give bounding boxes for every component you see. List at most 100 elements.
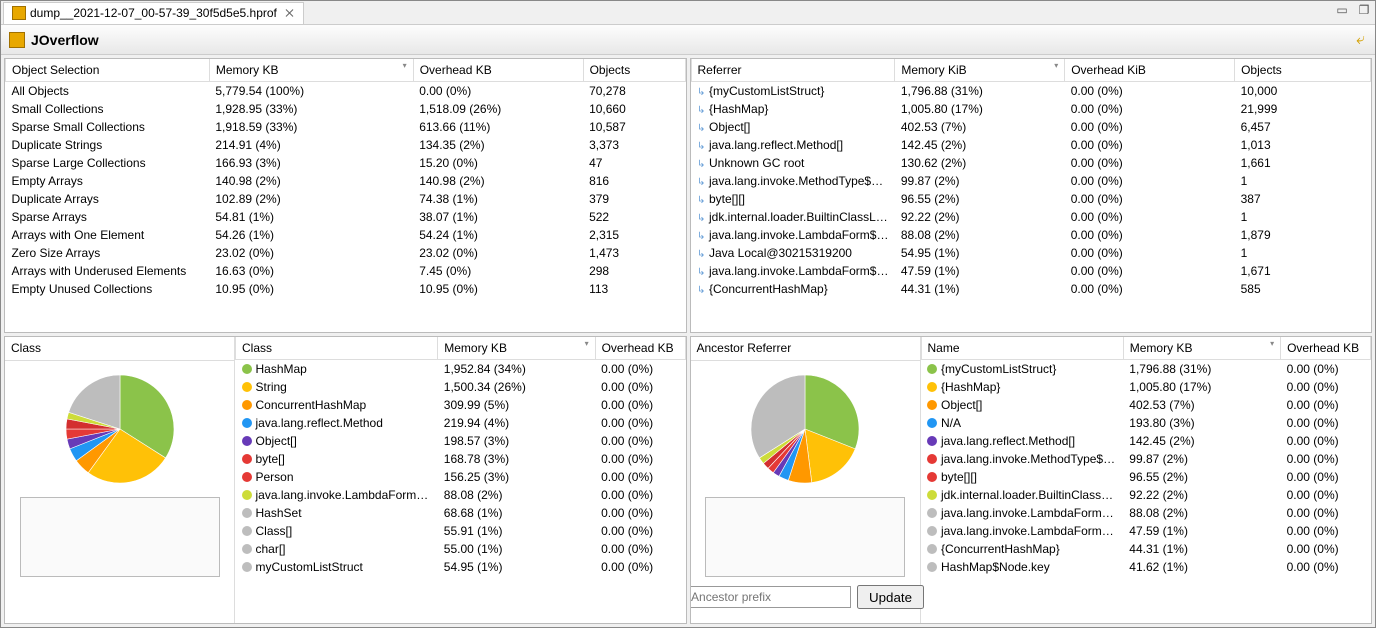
table-row[interactable]: HashMap$Node.key41.62 (1%)0.00 (0%) <box>921 558 1371 576</box>
col-class[interactable]: Class <box>236 337 438 359</box>
col-objects[interactable]: Objects <box>583 59 685 81</box>
table-row[interactable]: ↳{HashMap}1,005.80 (17%)0.00 (0%)21,999 <box>691 100 1371 118</box>
table-row[interactable]: java.lang.invoke.MethodType$ConcurrentWe… <box>921 450 1371 468</box>
arrow-icon: ↳ <box>697 231 707 241</box>
table-row[interactable]: ↳{myCustomListStruct}1,796.88 (31%)0.00 … <box>691 81 1371 100</box>
table-row[interactable]: ↳byte[][]96.55 (2%)0.00 (0%)387 <box>691 190 1371 208</box>
ancestor-pie-title: Ancestor Referrer <box>691 337 920 361</box>
referrer-scroll[interactable]: Referrer Memory KiB▾ Overhead KiB Object… <box>691 59 1372 314</box>
ancestor-panel: Ancestor Referrer Update Name <box>690 336 1373 624</box>
table-row[interactable]: Arrays with One Element54.26 (1%)54.24 (… <box>6 226 686 244</box>
arrow-icon: ↳ <box>697 105 707 115</box>
arrow-icon: ↳ <box>697 177 707 187</box>
table-row[interactable]: Empty Unused Collections10.95 (0%)10.95 … <box>6 280 686 298</box>
table-row[interactable]: ↳java.lang.invoke.LambdaForm$Name[]88.08… <box>691 226 1371 244</box>
col-memory-kib[interactable]: Memory KiB▾ <box>895 59 1065 81</box>
ancestor-pie-chart[interactable] <box>745 369 865 489</box>
minimize-icon[interactable]: ▭ <box>1335 3 1349 17</box>
window-controls: ▭ ❐ <box>1335 3 1371 17</box>
arrow-icon: ↳ <box>697 249 707 259</box>
table-row[interactable]: Object[]198.57 (3%)0.00 (0%) <box>236 432 686 450</box>
page-title: JOverflow <box>31 32 99 48</box>
table-row[interactable]: Sparse Arrays54.81 (1%)38.07 (1%)522 <box>6 208 686 226</box>
table-row[interactable]: HashSet68.68 (1%)0.00 (0%) <box>236 504 686 522</box>
col-overhead-kb[interactable]: Overhead KB <box>413 59 583 81</box>
col-referrer[interactable]: Referrer <box>691 59 895 81</box>
table-row[interactable]: ↳java.lang.invoke.MethodType$ConcurrentW… <box>691 172 1371 190</box>
table-row[interactable]: Empty Arrays140.98 (2%)140.98 (2%)816 <box>6 172 686 190</box>
table-row[interactable]: java.lang.invoke.LambdaForm$Name[]88.08 … <box>921 504 1371 522</box>
table-row[interactable]: Sparse Large Collections166.93 (3%)15.20… <box>6 154 686 172</box>
ancestor-table-scroll[interactable]: Name Memory KB▾ Overhead KB {myCustomLis… <box>921 337 1372 605</box>
update-button[interactable]: Update <box>857 585 924 609</box>
col-overhead-kb[interactable]: Overhead KB <box>1281 337 1371 359</box>
table-row[interactable]: Duplicate Strings214.91 (4%)134.35 (2%)3… <box>6 136 686 154</box>
editor-tab[interactable]: dump__2021-12-07_00-57-39_30f5d5e5.hprof <box>3 2 304 24</box>
table-row[interactable]: byte[][]96.55 (2%)0.00 (0%) <box>921 468 1371 486</box>
color-dot <box>242 508 252 518</box>
close-icon[interactable] <box>285 8 295 18</box>
table-row[interactable]: ↳Java Local@3021531920054.95 (1%)0.00 (0… <box>691 244 1371 262</box>
color-dot <box>242 562 252 572</box>
table-row[interactable]: Class[]55.91 (1%)0.00 (0%) <box>236 522 686 540</box>
table-row[interactable]: Small Collections1,928.95 (33%)1,518.09 … <box>6 100 686 118</box>
col-memory-kb[interactable]: Memory KB▾ <box>209 59 413 81</box>
h-scrollbar[interactable] <box>235 605 686 623</box>
table-row[interactable]: {HashMap}1,005.80 (17%)0.00 (0%) <box>921 378 1371 396</box>
color-dot <box>927 562 937 572</box>
table-row[interactable]: java.lang.reflect.Method[]142.45 (2%)0.0… <box>921 432 1371 450</box>
table-row[interactable]: char[]55.00 (1%)0.00 (0%) <box>236 540 686 558</box>
color-dot <box>242 436 252 446</box>
table-row[interactable]: N/A193.80 (3%)0.00 (0%) <box>921 414 1371 432</box>
table-row[interactable]: myCustomListStruct54.95 (1%)0.00 (0%) <box>236 558 686 576</box>
class-table-scroll[interactable]: Class Memory KB▾ Overhead KB HashMap1,95… <box>235 337 686 605</box>
color-dot <box>242 490 252 500</box>
col-memory-kb[interactable]: Memory KB▾ <box>1123 337 1280 359</box>
object-selection-scroll[interactable]: Object Selection Memory KB▾ Overhead KB … <box>5 59 686 314</box>
table-row[interactable]: Zero Size Arrays23.02 (0%)23.02 (0%)1,47… <box>6 244 686 262</box>
ancestor-pie-side: Ancestor Referrer Update <box>691 337 921 623</box>
color-dot <box>242 400 252 410</box>
table-row[interactable]: HashMap1,952.84 (34%)0.00 (0%) <box>236 359 686 378</box>
col-object-selection[interactable]: Object Selection <box>6 59 210 81</box>
col-overhead-kib[interactable]: Overhead KiB <box>1065 59 1235 81</box>
h-scrollbar[interactable] <box>691 314 1372 332</box>
col-memory-kb[interactable]: Memory KB▾ <box>438 337 595 359</box>
col-overhead-kb[interactable]: Overhead KB <box>595 337 685 359</box>
table-row[interactable]: Arrays with Underused Elements16.63 (0%)… <box>6 262 686 280</box>
table-row[interactable]: {ConcurrentHashMap}44.31 (1%)0.00 (0%) <box>921 540 1371 558</box>
color-dot <box>927 454 937 464</box>
table-row[interactable]: jdk.internal.loader.BuiltinClassLoader92… <box>921 486 1371 504</box>
col-name[interactable]: Name <box>921 337 1123 359</box>
table-row[interactable]: Person156.25 (3%)0.00 (0%) <box>236 468 686 486</box>
class-pie-chart[interactable] <box>60 369 180 489</box>
color-dot <box>927 418 937 428</box>
table-row[interactable]: ↳{ConcurrentHashMap}44.31 (1%)0.00 (0%)5… <box>691 280 1371 298</box>
table-row[interactable]: java.lang.invoke.LambdaForm$NamedFunctio… <box>921 522 1371 540</box>
arrow-icon: ↳ <box>697 285 707 295</box>
maximize-icon[interactable]: ❐ <box>1357 3 1371 17</box>
table-row[interactable]: byte[]168.78 (3%)0.00 (0%) <box>236 450 686 468</box>
table-row[interactable]: Object[]402.53 (7%)0.00 (0%) <box>921 396 1371 414</box>
back-arrow-icon[interactable]: ⤶ <box>1356 31 1365 49</box>
color-dot <box>927 400 937 410</box>
ancestor-prefix-input[interactable] <box>690 586 852 608</box>
table-row[interactable]: {myCustomListStruct}1,796.88 (31%)0.00 (… <box>921 359 1371 378</box>
table-row[interactable]: java.lang.invoke.LambdaForm$Name88.08 (2… <box>236 486 686 504</box>
table-row[interactable]: String1,500.34 (26%)0.00 (0%) <box>236 378 686 396</box>
col-objects[interactable]: Objects <box>1235 59 1371 81</box>
table-row[interactable]: ↳Object[]402.53 (7%)0.00 (0%)6,457 <box>691 118 1371 136</box>
table-row[interactable]: java.lang.reflect.Method219.94 (4%)0.00 … <box>236 414 686 432</box>
table-row[interactable]: ConcurrentHashMap309.99 (5%)0.00 (0%) <box>236 396 686 414</box>
table-row[interactable]: Sparse Small Collections1,918.59 (33%)61… <box>6 118 686 136</box>
table-row[interactable]: ↳Unknown GC root130.62 (2%)0.00 (0%)1,66… <box>691 154 1371 172</box>
table-row[interactable]: ↳jdk.internal.loader.BuiltinClassLoader9… <box>691 208 1371 226</box>
table-row[interactable]: All Objects5,779.54 (100%)0.00 (0%)70,27… <box>6 81 686 100</box>
table-row[interactable]: ↳java.lang.invoke.LambdaForm$NamedFuncti… <box>691 262 1371 280</box>
table-row[interactable]: Duplicate Arrays102.89 (2%)74.38 (1%)379 <box>6 190 686 208</box>
h-scrollbar[interactable] <box>921 605 1372 623</box>
h-scrollbar[interactable] <box>5 314 686 332</box>
arrow-icon: ↳ <box>697 267 707 277</box>
color-dot <box>242 364 252 374</box>
table-row[interactable]: ↳java.lang.reflect.Method[]142.45 (2%)0.… <box>691 136 1371 154</box>
